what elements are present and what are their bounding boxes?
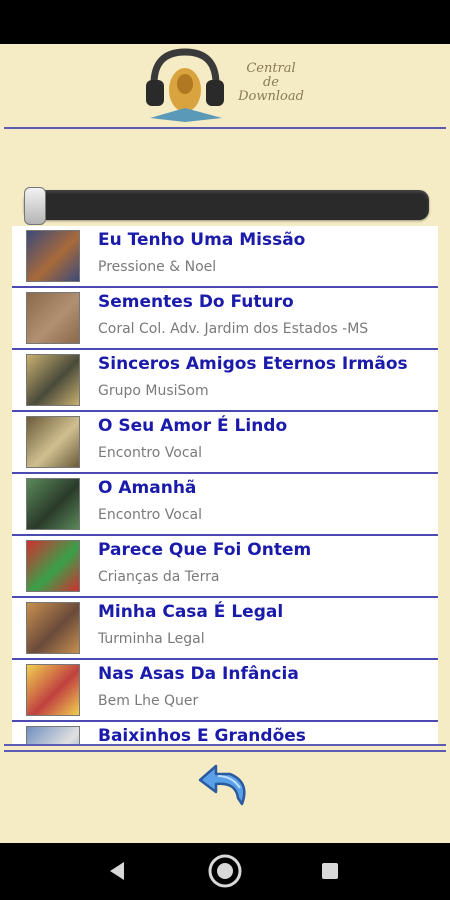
album-cover-image	[26, 354, 80, 406]
song-artist: Grupo MusiSom	[98, 383, 209, 399]
song-title: O Amanhã	[98, 478, 197, 498]
album-cover-image	[26, 726, 80, 744]
song-artist: Turminha Legal	[98, 631, 205, 647]
song-row[interactable]: O Seu Amor É Lindo Encontro Vocal	[12, 412, 438, 474]
album-cover-image	[26, 416, 80, 468]
nav-back-icon[interactable]	[106, 860, 128, 882]
song-row[interactable]: Parece Que Foi Ontem Crianças da Terra	[12, 536, 438, 598]
list-bottom-divider-2	[4, 750, 446, 752]
song-artist: Crianças da Terra	[98, 569, 220, 585]
song-title: Eu Tenho Uma Missão	[98, 230, 306, 250]
song-artist: Encontro Vocal	[98, 507, 203, 523]
song-title: Sementes Do Futuro	[98, 292, 294, 312]
song-row[interactable]: O Amanhã Encontro Vocal	[12, 474, 438, 536]
seek-thumb[interactable]	[24, 187, 46, 225]
song-title: Minha Casa É Legal	[98, 602, 284, 622]
song-row[interactable]: Sinceros Amigos Eternos Irmãos Grupo Musi…	[12, 350, 438, 412]
album-cover-image	[26, 540, 80, 592]
back-arrow-button[interactable]	[196, 758, 254, 808]
song-title: Sinceros Amigos Eternos Irmãos	[98, 354, 408, 374]
song-list[interactable]: Eu Tenho Uma Missão Pressione & Noel Semen…	[12, 226, 438, 744]
song-artist: Coral Col. Adv. Jardim dos Estados -MS	[98, 321, 369, 337]
song-artist: Encontro Vocal	[98, 445, 203, 461]
album-cover-image	[26, 292, 80, 344]
album-cover-image	[26, 602, 80, 654]
song-artist: Bem Lhe Quer	[98, 693, 199, 709]
song-row[interactable]: Nas Asas Da Infância Bem Lhe Quer	[12, 660, 438, 722]
song-artist: Pressione & Noel	[98, 259, 217, 275]
header-divider	[4, 127, 446, 129]
album-cover-image	[26, 664, 80, 716]
logo-text: Central de Download	[238, 61, 304, 104]
nav-home-icon[interactable]	[207, 853, 243, 889]
headphones-logo-icon	[146, 48, 224, 122]
song-row[interactable]: Minha Casa É Legal Turminha Legal	[12, 598, 438, 660]
album-cover-image	[26, 230, 80, 282]
song-row[interactable]: Eu Tenho Uma Missão Pressione & Noel	[12, 226, 438, 288]
song-title: Baixinhos E Grandões	[98, 726, 306, 744]
seek-bar[interactable]	[24, 190, 429, 220]
status-bar	[0, 0, 450, 44]
song-row[interactable]: Baixinhos E Grandões	[12, 722, 438, 744]
song-title: Parece Que Foi Ontem	[98, 540, 312, 560]
album-cover-image	[26, 478, 80, 530]
song-row[interactable]: Sementes Do Futuro Coral Col. Adv. Jardim…	[12, 288, 438, 350]
list-bottom-divider	[4, 744, 446, 746]
nav-recents-icon[interactable]	[321, 862, 339, 880]
song-title: Nas Asas Da Infância	[98, 664, 299, 684]
song-title: O Seu Amor É Lindo	[98, 416, 288, 436]
